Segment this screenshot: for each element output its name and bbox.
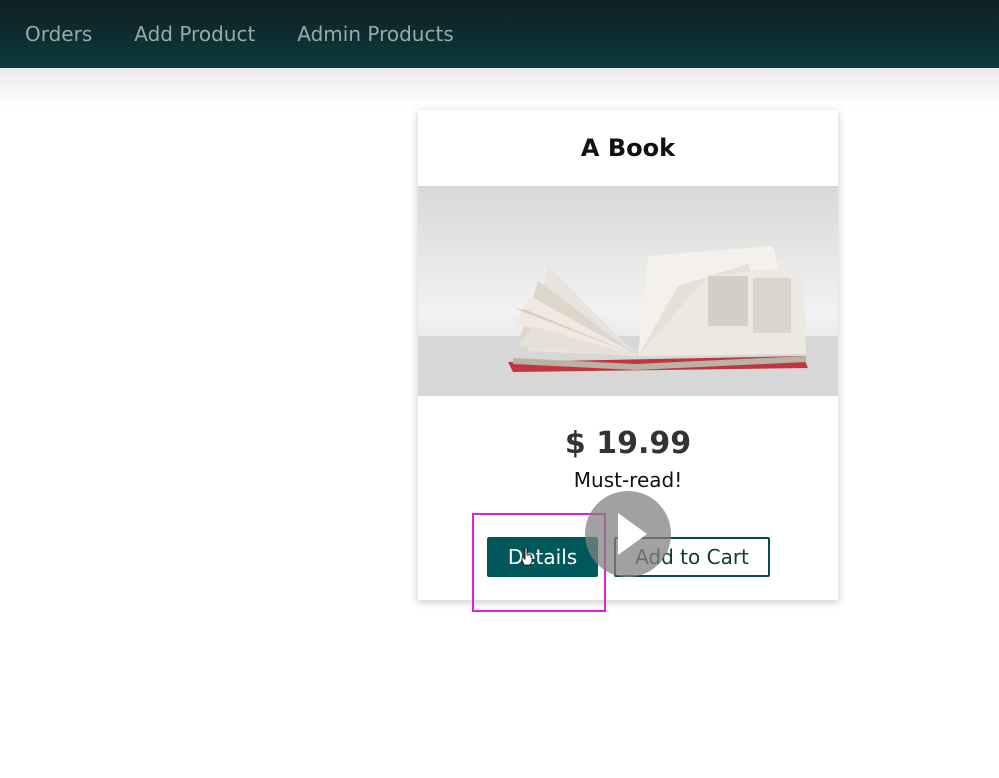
product-price: $ 19.99 (564, 426, 692, 461)
play-triangle-icon (618, 513, 647, 555)
top-navigation-bar: Orders Add Product Admin Products (0, 0, 999, 68)
product-title: A Book (580, 134, 676, 162)
open-book-illustration (418, 246, 838, 396)
product-description: Must-read! (573, 468, 683, 492)
details-button[interactable]: Details (487, 537, 598, 577)
nav-item-admin-products[interactable]: Admin Products (297, 22, 453, 46)
product-image (418, 186, 838, 396)
nav-item-orders[interactable]: Orders (25, 22, 92, 46)
hand-cursor-icon (521, 548, 533, 566)
header-shadow (0, 68, 999, 108)
play-icon[interactable] (585, 491, 671, 577)
nav-item-add-product[interactable]: Add Product (134, 22, 255, 46)
